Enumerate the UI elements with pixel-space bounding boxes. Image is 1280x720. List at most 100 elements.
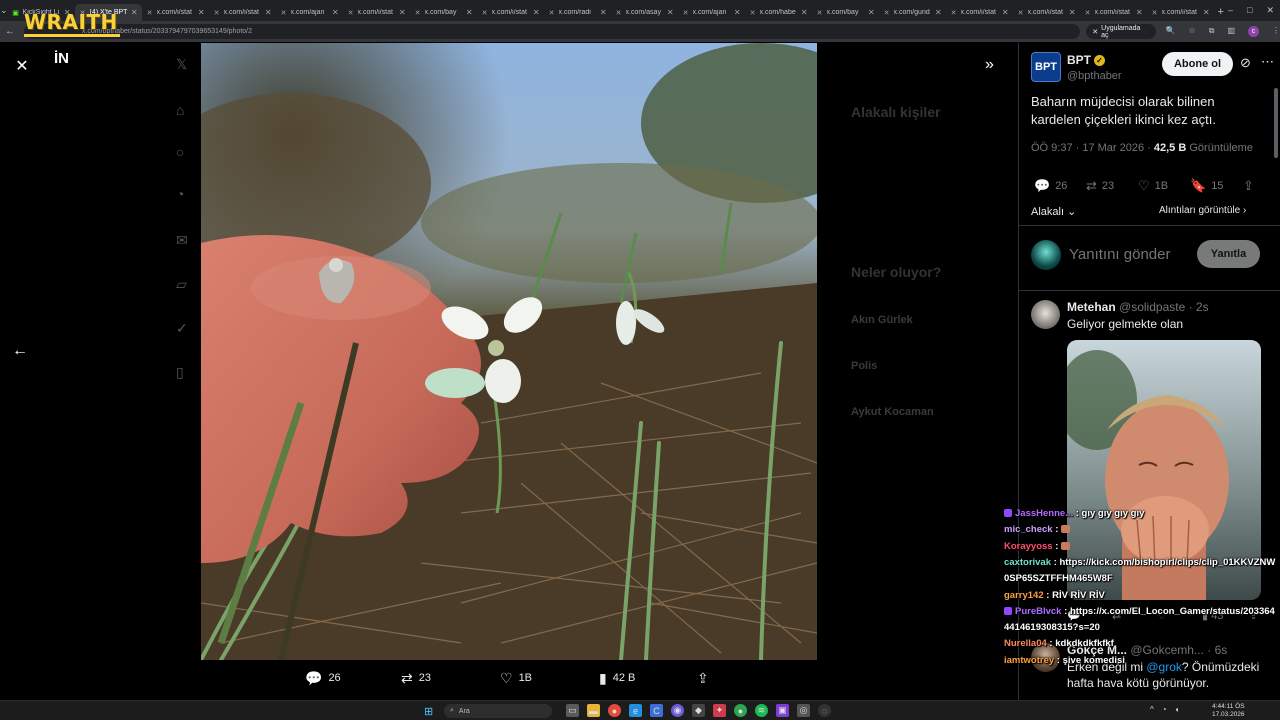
tab-close-icon[interactable]: ✕: [1002, 8, 1009, 17]
browser-tab[interactable]: ✕ x.com/i/stat ✕: [477, 4, 544, 21]
browser-tab[interactable]: ✕ x.com/i/stat ✕: [142, 4, 209, 21]
sort-dropdown[interactable]: Alakalı ⌄: [1031, 205, 1076, 218]
edge-icon[interactable]: e: [629, 704, 642, 717]
browser-tab[interactable]: ✕ x.com/radi ✕: [544, 4, 611, 21]
browser-tab[interactable]: ✕ x.com/i/stat ✕: [209, 4, 276, 21]
photo-share-button[interactable]: ⇪: [697, 664, 709, 692]
tab-close-icon[interactable]: ✕: [868, 8, 875, 17]
chat-username[interactable]: iamtwotrey: [1004, 655, 1054, 666]
browser-tab[interactable]: ✕ x.com/i/stat ✕: [1147, 4, 1214, 21]
tweet-timestamp[interactable]: ÖÖ 9:37 · 17 Mar 2026 ·: [1031, 142, 1154, 154]
tab-close-icon[interactable]: ✕: [734, 8, 741, 17]
taskbar-clock[interactable]: 4:44:11 ÖS 17.03.2026: [1212, 703, 1245, 719]
panel-scrollbar[interactable]: [1274, 88, 1278, 158]
bookmark-star-icon[interactable]: ☆: [1189, 26, 1196, 37]
volume-icon[interactable]: ◖: [1175, 705, 1180, 714]
browser-tab[interactable]: ✕ x.com/i/stat ✕: [1080, 4, 1147, 21]
reply-submit-button[interactable]: Yanıtla: [1197, 240, 1260, 268]
windows-start-icon[interactable]: ⊞: [424, 705, 433, 718]
chat-username[interactable]: caxtorivak: [1004, 557, 1051, 568]
tab-close-icon[interactable]: ✕: [667, 8, 674, 17]
chat-username[interactable]: Nurella04: [1004, 638, 1047, 649]
browser-tab[interactable]: ✕ x.com/i/stat ✕: [946, 4, 1013, 21]
tab-close-icon[interactable]: ✕: [935, 8, 942, 17]
minimize-icon[interactable]: –: [1228, 5, 1233, 16]
browser-tab[interactable]: ✕ x.com/bay ✕: [812, 4, 879, 21]
tab-close-icon[interactable]: ✕: [533, 8, 540, 17]
chat-username[interactable]: garry142: [1004, 590, 1044, 601]
file-explorer-icon[interactable]: ▬: [587, 704, 600, 717]
reply-input[interactable]: Yanıtını gönder: [1069, 246, 1170, 263]
zoom-icon[interactable]: 🔍: [1166, 26, 1176, 37]
spotify-icon[interactable]: ≋: [755, 704, 768, 717]
obs-icon[interactable]: ◎: [797, 704, 810, 717]
repost-button[interactable]: ⇄ 23: [1086, 178, 1114, 194]
chat-username[interactable]: mic_check: [1004, 524, 1053, 535]
new-tab-button[interactable]: +: [1214, 6, 1228, 18]
grok-icon[interactable]: ⊘: [1240, 55, 1251, 71]
tab-close-icon[interactable]: ✕: [801, 8, 808, 17]
my-avatar[interactable]: [1031, 240, 1061, 270]
twitch-icon[interactable]: ▣: [776, 704, 789, 717]
browser-back-button[interactable]: ←: [0, 26, 20, 37]
maximize-icon[interactable]: □: [1247, 5, 1252, 16]
tab-close-icon[interactable]: ✕: [265, 8, 272, 17]
app-icon-f[interactable]: ●: [734, 704, 747, 717]
app-icon-c[interactable]: C: [650, 704, 663, 717]
browser-tab[interactable]: ✕ x.com/habe ✕: [745, 4, 812, 21]
collapse-panel-button[interactable]: »: [985, 56, 994, 74]
tab-close-icon[interactable]: ✕: [131, 8, 138, 17]
follow-button[interactable]: Abone ol: [1162, 52, 1233, 76]
reply-author-name[interactable]: Metehan: [1067, 300, 1116, 314]
tab-close-icon[interactable]: ✕: [332, 8, 339, 17]
reply-author-handle[interactable]: @solidpaste: [1119, 300, 1185, 314]
tab-search-button[interactable]: ⌄: [0, 0, 8, 21]
tab-close-icon[interactable]: ✕: [600, 8, 607, 17]
share-button[interactable]: ⇪: [1243, 178, 1254, 194]
taskbar-search[interactable]: ⌕ Ara: [444, 704, 552, 718]
chrome-icon[interactable]: ●: [608, 704, 621, 717]
chevron-up-icon[interactable]: ^: [1150, 705, 1154, 714]
tweet-photo[interactable]: [201, 43, 817, 660]
browser-tab[interactable]: ✕ x.com/gund ✕: [879, 4, 946, 21]
chat-username[interactable]: PureBlvck: [1015, 606, 1061, 617]
like-button[interactable]: ♡ 1B: [1138, 178, 1168, 194]
browser-tab[interactable]: ✕ x.com/ajan ✕: [276, 4, 343, 21]
app-icon-d[interactable]: ◆: [692, 704, 705, 717]
close-window-icon[interactable]: ✕: [1266, 5, 1274, 16]
address-bar[interactable]: x.com/bpthaber/status/203379479703965314…: [23, 24, 1081, 39]
photo-repost-button[interactable]: ⇄ 23: [401, 664, 431, 692]
browser-tab[interactable]: ✕ x.com/ajan ✕: [678, 4, 745, 21]
previous-photo-button[interactable]: ←: [12, 342, 28, 360]
author-name[interactable]: BPT ✓: [1067, 53, 1105, 67]
browser-tab[interactable]: ✕ x.com/bay ✕: [410, 4, 477, 21]
app-icon-g[interactable]: ◌: [818, 704, 831, 717]
task-view-icon[interactable]: ▭: [566, 704, 579, 717]
network-icon[interactable]: ◔: [1162, 705, 1167, 714]
chat-username[interactable]: JassHenne...: [1015, 508, 1073, 519]
photo-views-button[interactable]: ▮ 42 B: [599, 664, 635, 692]
open-in-app-button[interactable]: ✕ Uygulamada aç: [1086, 24, 1156, 39]
tab-close-icon[interactable]: ✕: [466, 8, 473, 17]
reply-avatar[interactable]: [1031, 300, 1060, 329]
photo-reply-button[interactable]: 💬 26: [305, 664, 341, 692]
author-avatar[interactable]: BPT: [1031, 52, 1061, 82]
menu-dots-icon[interactable]: ⋮: [1272, 26, 1280, 37]
close-media-button[interactable]: ✕: [12, 56, 32, 76]
extensions-icon[interactable]: ⧉: [1209, 26, 1215, 37]
more-options-icon[interactable]: ⋯: [1261, 54, 1274, 70]
browser-tab[interactable]: ✕ x.com/i/stat ✕: [1013, 4, 1080, 21]
discord-icon[interactable]: ◉: [671, 704, 684, 717]
browser-tab[interactable]: ✕ x.com/asay ✕: [611, 4, 678, 21]
tab-close-icon[interactable]: ✕: [1203, 8, 1210, 17]
browser-tab[interactable]: ✕ x.com/i/stat ✕: [343, 4, 410, 21]
chat-username[interactable]: Korayyoss: [1004, 541, 1053, 552]
profile-avatar[interactable]: c: [1248, 26, 1259, 37]
sidebar-icon[interactable]: ▥: [1227, 26, 1235, 37]
tab-close-icon[interactable]: ✕: [1136, 8, 1143, 17]
bookmark-button[interactable]: 🔖 15: [1190, 178, 1223, 194]
reply-button[interactable]: 💬 26: [1034, 178, 1067, 194]
author-handle[interactable]: @bpthaber: [1067, 70, 1122, 82]
tab-close-icon[interactable]: ✕: [1069, 8, 1076, 17]
tab-close-icon[interactable]: ✕: [198, 8, 205, 17]
